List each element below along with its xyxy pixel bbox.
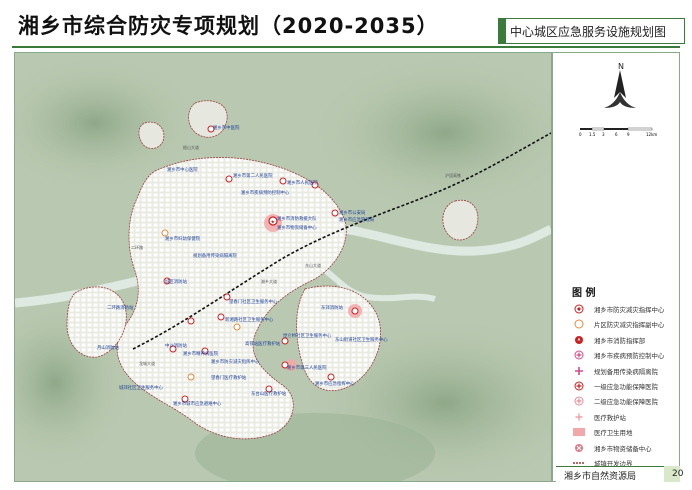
map-label: 新湘路社区卫生服务中心: [225, 316, 274, 323]
map-label: 东台山医疗救护站: [251, 390, 287, 397]
legend-item: 二级应急功能保障医院: [568, 394, 680, 409]
isolation-hospital-icon: [575, 366, 583, 375]
legend-item: 一级应急功能保障医院: [568, 379, 680, 394]
legend-item: 规划备用传染病隔离院: [568, 364, 680, 379]
map-label: 湘乡市中心医院: [167, 166, 198, 173]
north-label: N: [618, 62, 624, 71]
map-label: 高铁站医疗救护站: [245, 340, 281, 347]
map-label: 中沙消防站: [165, 342, 188, 349]
subtitle-box: 中心城区应急服务设施规划图: [498, 18, 685, 44]
scale-tick: 1.5: [589, 132, 596, 137]
hospital-marker[interactable]: [327, 373, 335, 381]
map-label: 城郊社区卫生服务中心: [119, 384, 164, 391]
scale-tick: 12km: [646, 132, 657, 137]
map-frame[interactable]: ★ 湘乡市中医院 湘乡市中心医院 湘乡市第二人民医院 湘乡市人民医院 湘乡市疾病…: [14, 52, 552, 482]
legend-label: 湘乡市物资储备中心: [594, 444, 652, 453]
road-label: 沪昆高铁: [445, 172, 461, 178]
map-label: 湘乡市消防救援大队: [277, 215, 317, 222]
legend-label: 一级应急功能保障医院: [594, 382, 658, 391]
scale-tick: 0: [579, 132, 582, 137]
reserve-center-icon: [575, 443, 583, 452]
page-title: 湘乡市综合防灾专项规划（2020-2035）: [18, 14, 439, 38]
road-label: 韶山大道: [183, 144, 199, 150]
header: 湘乡市综合防灾专项规划（2020-2035） 中心城区应急服务设施规划图: [0, 0, 692, 50]
map-label: 湘乡市物资储备中心: [277, 224, 317, 231]
legend-label: 湘乡市消防指挥部: [594, 336, 646, 345]
legend-item: 医疗救护站: [568, 410, 680, 425]
legend-item: 湘乡市疾病预防控制中心: [568, 348, 680, 363]
map-label: 湘乡市中医院: [213, 124, 240, 131]
primary-hospital-icon: [574, 381, 584, 391]
map-label: 湘乡市公安局: [339, 209, 365, 216]
first-aid-icon: [575, 413, 583, 421]
legend-label: 片区防灾减灾指挥副中心: [594, 321, 665, 330]
map-label: 湘乡市精神病医院: [183, 350, 219, 357]
map-label: 湘乡市人民医院: [287, 179, 318, 186]
disease-control-icon: [574, 350, 584, 360]
hospital-marker[interactable]: [225, 175, 233, 183]
map-label: 城区消防站: [165, 278, 188, 285]
legend-item: 湘乡市防灾减灾指挥中心: [568, 302, 680, 317]
road-label: 东山大道: [305, 262, 321, 268]
scale-tick: 3: [602, 132, 605, 137]
scale-tick: 9: [627, 132, 630, 137]
map-subtitle: 中心城区应急服务设施规划图: [510, 25, 667, 39]
map-label: 湘乡市第二人民医院: [233, 172, 273, 179]
secondary-hospital-icon: [574, 396, 584, 406]
page-number: 20: [672, 469, 684, 479]
legend-item: 片区防灾减灾指挥副中心: [568, 317, 680, 332]
fire-station-marker[interactable]: [217, 313, 225, 321]
map-label: 湘乡市城市应急避难中心: [173, 400, 222, 407]
sub-command-center-marker[interactable]: [161, 229, 169, 237]
road-label: 湘乡大道: [261, 278, 277, 284]
legend-title: 图 例: [572, 288, 596, 299]
road-label: 龙城大道: [139, 360, 155, 366]
hospital-marker[interactable]: [351, 307, 359, 315]
map-label: 二环路消防站: [107, 304, 134, 311]
legend-item: 医疗卫生用地: [568, 425, 680, 440]
map-label: 望春门医疗救护站: [211, 374, 247, 381]
fire-station-marker[interactable]: [187, 317, 195, 325]
map-label: 湘乡市疾病预防控制中心: [241, 189, 290, 196]
map-label: 规划备用传染病隔离院: [193, 252, 238, 259]
legend-label: 规划备用传染病隔离院: [594, 367, 658, 376]
road-label: 二环路: [131, 244, 143, 250]
map-label: 湘乡市应急指挥中心: [315, 380, 355, 387]
legend-item: 湘乡市消防指挥部: [568, 333, 680, 348]
legend-item: 湘乡市物资储备中心: [568, 441, 680, 456]
fire-station-marker[interactable]: [331, 209, 339, 217]
page: 湘乡市综合防灾专项规划（2020-2035） 中心城区应急服务设施规划图 ★ 湘…: [0, 0, 692, 490]
footer-box: 湘乡市自然资源局: [556, 466, 680, 483]
medical-land-swatch: [573, 428, 585, 437]
sub-command-center-icon: [574, 319, 584, 329]
agency-name: 湘乡市自然资源局: [564, 472, 637, 482]
fire-command-marker[interactable]: [279, 177, 287, 185]
command-center-icon: [574, 304, 584, 314]
map-label: 昆仑桥社区卫生服务中心: [283, 332, 332, 339]
map-label: 湘乡市防灾减灾指挥中心: [211, 358, 260, 365]
legend: 湘乡市防灾减灾指挥中心 片区防灾减灾指挥副中心 湘乡市消防指挥部 湘乡市疾病预防…: [568, 302, 680, 471]
map-label: 湘乡市第三人民医院: [287, 364, 327, 371]
legend-label: 湘乡市疾病预防控制中心: [594, 352, 665, 361]
legend-label: 医疗救护站: [594, 413, 626, 422]
sub-command-center-marker[interactable]: [187, 373, 195, 381]
sub-command-center-marker[interactable]: [233, 323, 241, 331]
header-divider: [12, 46, 680, 48]
scale-tick: 6: [615, 132, 618, 137]
urban-development-area-north: [188, 100, 228, 138]
legend-label: 二级应急功能保障医院: [594, 398, 658, 407]
map-label: 东山街道社区卫生服务中心: [335, 336, 388, 343]
north-arrow-icon: [604, 70, 636, 108]
map-label: 东郊消防站: [321, 304, 344, 311]
map-label: 望春门社区卫生服务中心: [229, 298, 278, 305]
map-label: 湘乡市妇幼保健院: [165, 235, 201, 242]
city-map[interactable]: ★ 湘乡市中医院 湘乡市中心医院 湘乡市第二人民医院 湘乡市人民医院 湘乡市疾病…: [15, 53, 551, 481]
legend-label: 医疗卫生用地: [594, 429, 633, 438]
scale-bar: 0 1.5 3 6 9 12km: [579, 127, 657, 137]
map-label: 湘乡市应急管理局: [339, 216, 374, 223]
star-icon: ★: [271, 220, 276, 226]
map-label: 月山消防站: [97, 344, 120, 351]
fire-command-icon: [575, 335, 583, 344]
legend-label: 湘乡市防灾减灾指挥中心: [594, 306, 665, 314]
